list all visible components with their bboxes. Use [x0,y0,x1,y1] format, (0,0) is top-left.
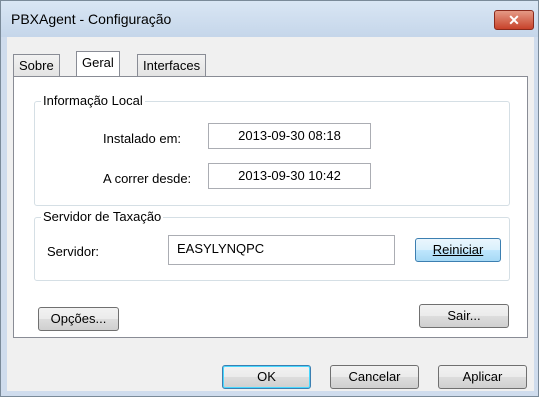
close-icon: ✕ [508,12,520,28]
tab-sobre[interactable]: Sobre [13,54,60,76]
close-button[interactable]: ✕ [494,10,534,30]
cancel-button-label: Cancelar [348,369,401,384]
running-since-field: 2013-09-30 10:42 [208,163,371,189]
restart-button[interactable]: Reiniciar [415,238,501,262]
dialog-window: PBXAgent - Configuração ✕ Sobre Geral In… [0,0,539,397]
ok-button[interactable]: OK [222,365,311,389]
tab-interfaces[interactable]: Interfaces [137,54,207,76]
exit-button-label: Sair... [447,308,481,323]
apply-button-label: Aplicar [462,369,503,384]
installed-label: Instalado em: [103,131,182,146]
server-group: Servidor de Taxação Servidor: EASYLYNQPC… [34,209,510,281]
window-title: PBXAgent - Configuração [11,11,172,27]
dialog-body: Sobre Geral Interfaces Informação Local … [7,37,534,391]
options-button-label: Opções... [50,311,107,326]
local-info-group: Informação Local Instalado em: 2013-09-3… [34,93,510,206]
installed-field: 2013-09-30 08:18 [208,123,371,149]
apply-button[interactable]: Aplicar [438,365,527,389]
local-info-group-label: Informação Local [41,93,145,108]
title-bar[interactable]: PBXAgent - Configuração ✕ [1,1,538,37]
running-since-label: A correr desde: [103,171,192,186]
cancel-button[interactable]: Cancelar [330,365,419,389]
server-label: Servidor: [47,244,100,259]
server-group-label: Servidor de Taxação [41,209,164,224]
ok-button-label: OK [257,369,276,384]
tab-panel-geral: Informação Local Instalado em: 2013-09-3… [13,76,528,338]
server-input[interactable]: EASYLYNQPC [168,235,395,265]
restart-button-label: Reiniciar [432,242,484,257]
exit-button[interactable]: Sair... [419,304,509,328]
options-button[interactable]: Opções... [38,307,119,331]
tab-geral[interactable]: Geral [76,51,120,76]
